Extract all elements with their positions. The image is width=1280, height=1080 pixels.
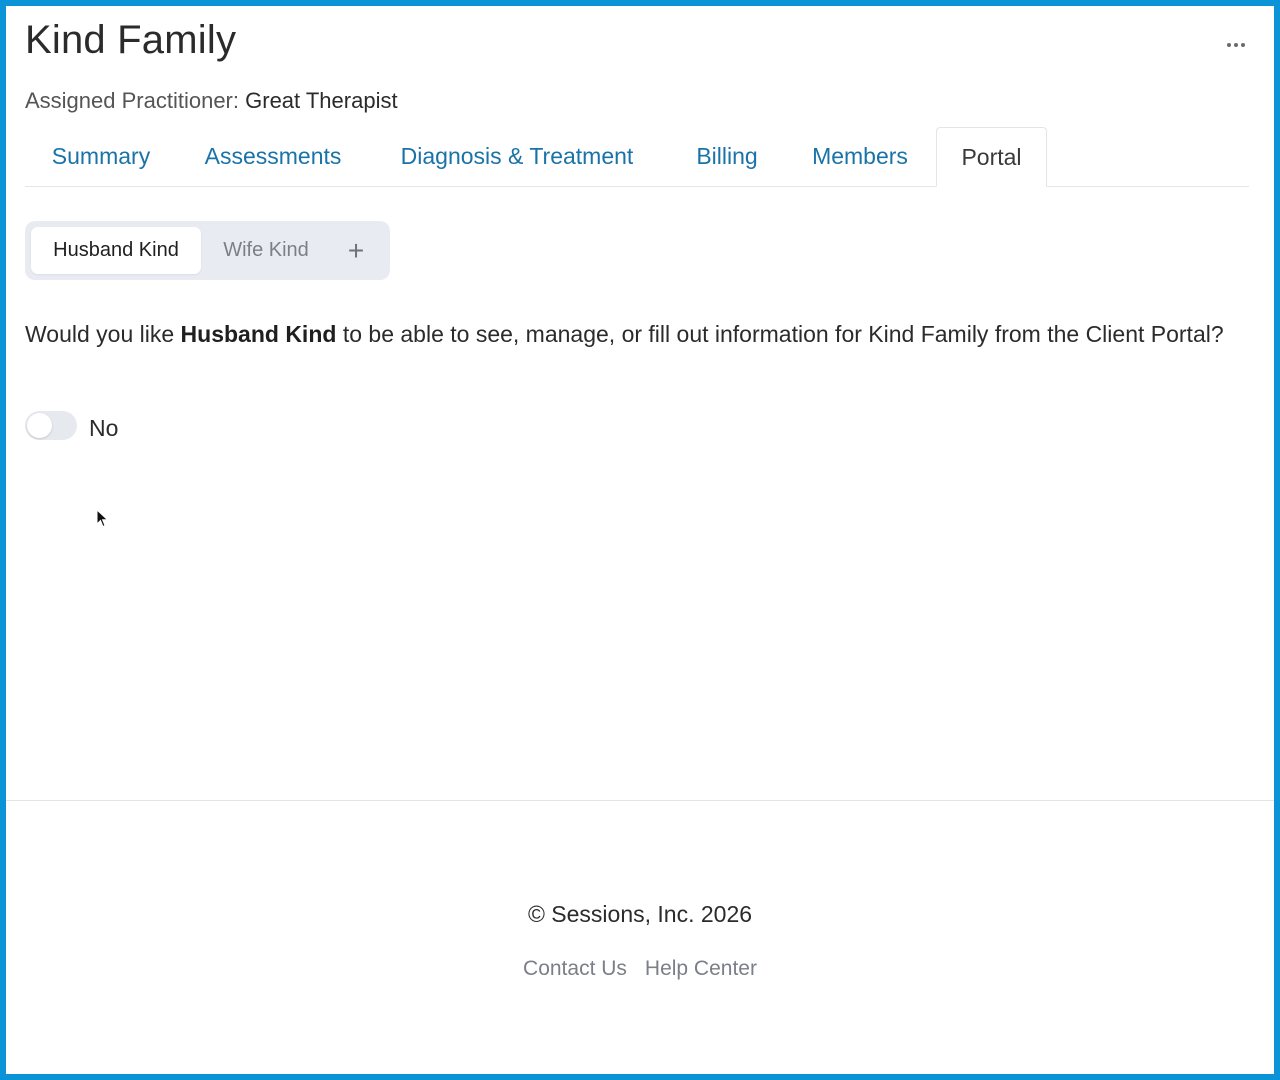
more-horizontal-icon bbox=[1227, 43, 1231, 47]
tab-bar: Summary Assessments Diagnosis & Treatmen… bbox=[25, 127, 1249, 187]
member-selector: Husband Kind Wife Kind + bbox=[25, 221, 390, 280]
practitioner-name[interactable]: Great Therapist bbox=[245, 88, 397, 113]
practitioner-label: Assigned Practitioner: bbox=[25, 88, 239, 113]
assigned-practitioner: Assigned Practitioner: Great Therapist bbox=[25, 88, 398, 114]
tab-portal[interactable]: Portal bbox=[936, 127, 1047, 187]
question-suffix: to be able to see, manage, or fill out i… bbox=[336, 321, 1224, 347]
question-prefix: Would you like bbox=[25, 321, 181, 347]
copyright-text: © Sessions, Inc. 2026 bbox=[527, 901, 753, 927]
portal-access-toggle[interactable] bbox=[25, 411, 77, 440]
contact-us-link[interactable]: Contact Us bbox=[523, 957, 627, 981]
portal-access-question: Would you like Husband Kind to be able t… bbox=[25, 317, 1245, 352]
help-center-link[interactable]: Help Center bbox=[645, 957, 757, 981]
tab-summary[interactable]: Summary bbox=[25, 127, 177, 186]
more-dot bbox=[1241, 43, 1245, 47]
app-window: Kind Family Assigned Practitioner: Great… bbox=[0, 0, 1280, 1080]
more-dot bbox=[1234, 43, 1238, 47]
member-tab-husband-kind[interactable]: Husband Kind bbox=[31, 227, 201, 274]
footer-links: Contact Us Help Center bbox=[6, 957, 1274, 981]
plus-icon: + bbox=[347, 234, 365, 266]
tab-diagnosis-treatment[interactable]: Diagnosis & Treatment bbox=[381, 127, 653, 186]
member-tab-wife-kind[interactable]: Wife Kind bbox=[211, 227, 321, 274]
toggle-knob bbox=[27, 413, 52, 438]
add-member-button[interactable]: + bbox=[335, 227, 377, 274]
tab-assessments[interactable]: Assessments bbox=[185, 127, 361, 186]
tab-billing[interactable]: Billing bbox=[675, 127, 779, 186]
toggle-label: No bbox=[89, 415, 119, 441]
more-options-button[interactable] bbox=[1220, 34, 1252, 56]
question-member: Husband Kind bbox=[180, 321, 337, 347]
page-title: Kind Family bbox=[25, 18, 237, 62]
footer-divider bbox=[6, 800, 1274, 801]
mouse-pointer-icon bbox=[96, 508, 110, 534]
tab-members[interactable]: Members bbox=[795, 127, 925, 186]
